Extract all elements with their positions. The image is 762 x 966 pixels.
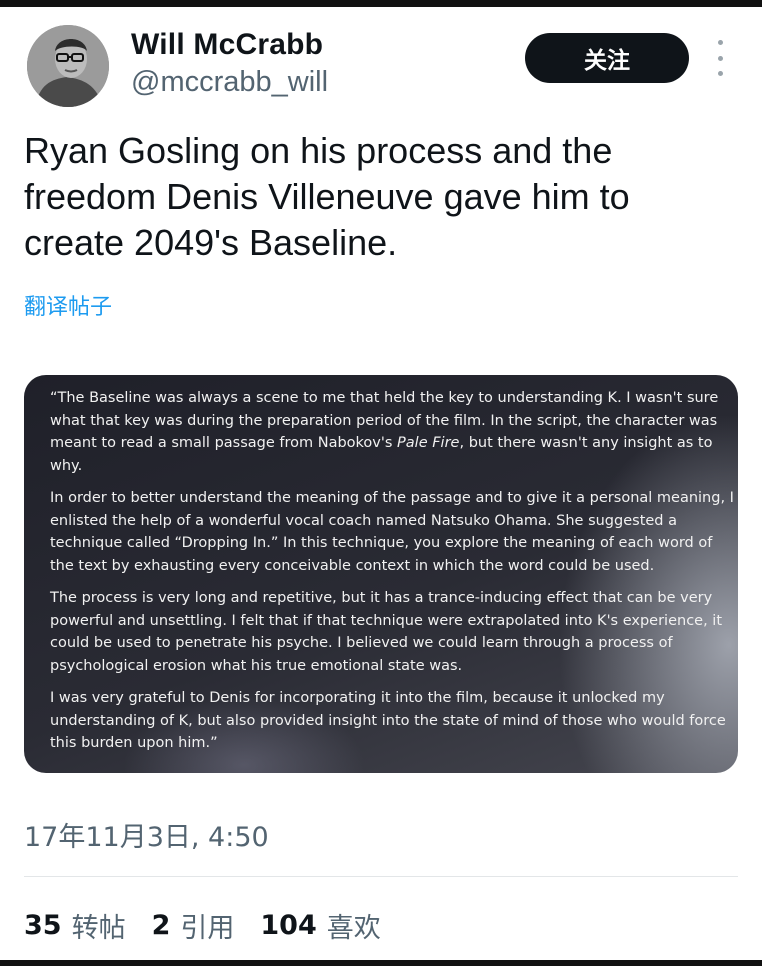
retweets-stat[interactable]: 35 转帖 [24, 906, 126, 945]
likes-label: 喜欢 [326, 912, 381, 944]
quote-image-text: “The Baseline was always a scene to me t… [50, 387, 738, 765]
post-timestamp[interactable]: 17年11月3日, 4:50 [24, 815, 269, 854]
bottom-edge-bar [0, 960, 762, 966]
author-name[interactable]: Will McCrabb [131, 28, 323, 62]
more-dot [717, 40, 723, 45]
more-dot [717, 71, 723, 76]
engagement-stats: 35 转帖 2 引用 104 喜欢 [24, 905, 407, 945]
tweet-text: Ryan Gosling on his process and the free… [24, 130, 630, 263]
book-title: Pale Fire [397, 435, 460, 451]
follow-button[interactable]: 关注 [525, 33, 689, 83]
attached-image[interactable]: “The Baseline was always a scene to me t… [24, 375, 738, 773]
divider [24, 876, 738, 877]
likes-count: 104 [260, 909, 317, 941]
avatar[interactable] [27, 25, 109, 107]
top-edge-bar [0, 0, 762, 7]
translate-post-link[interactable]: 翻译帖子 [24, 289, 112, 321]
retweets-count: 35 [24, 909, 62, 941]
quote-paragraph: “The Baseline was always a scene to me t… [50, 387, 738, 477]
quotes-count: 2 [151, 909, 171, 941]
quote-paragraph: In order to better understand the meanin… [50, 490, 734, 574]
more-options-icon[interactable] [707, 40, 733, 76]
more-dot [717, 55, 723, 61]
quotes-stat[interactable]: 2 引用 [152, 906, 235, 945]
avatar-photo [27, 25, 109, 107]
quote-paragraph: The process is very long and repetitive,… [50, 590, 723, 674]
retweets-label: 转帖 [71, 912, 126, 944]
author-handle[interactable]: @mccrabb_will [131, 66, 328, 99]
quote-paragraph: I was very grateful to Denis for incorpo… [50, 690, 726, 751]
likes-stat[interactable]: 104 喜欢 [260, 906, 380, 945]
quotes-label: 引用 [180, 912, 235, 944]
